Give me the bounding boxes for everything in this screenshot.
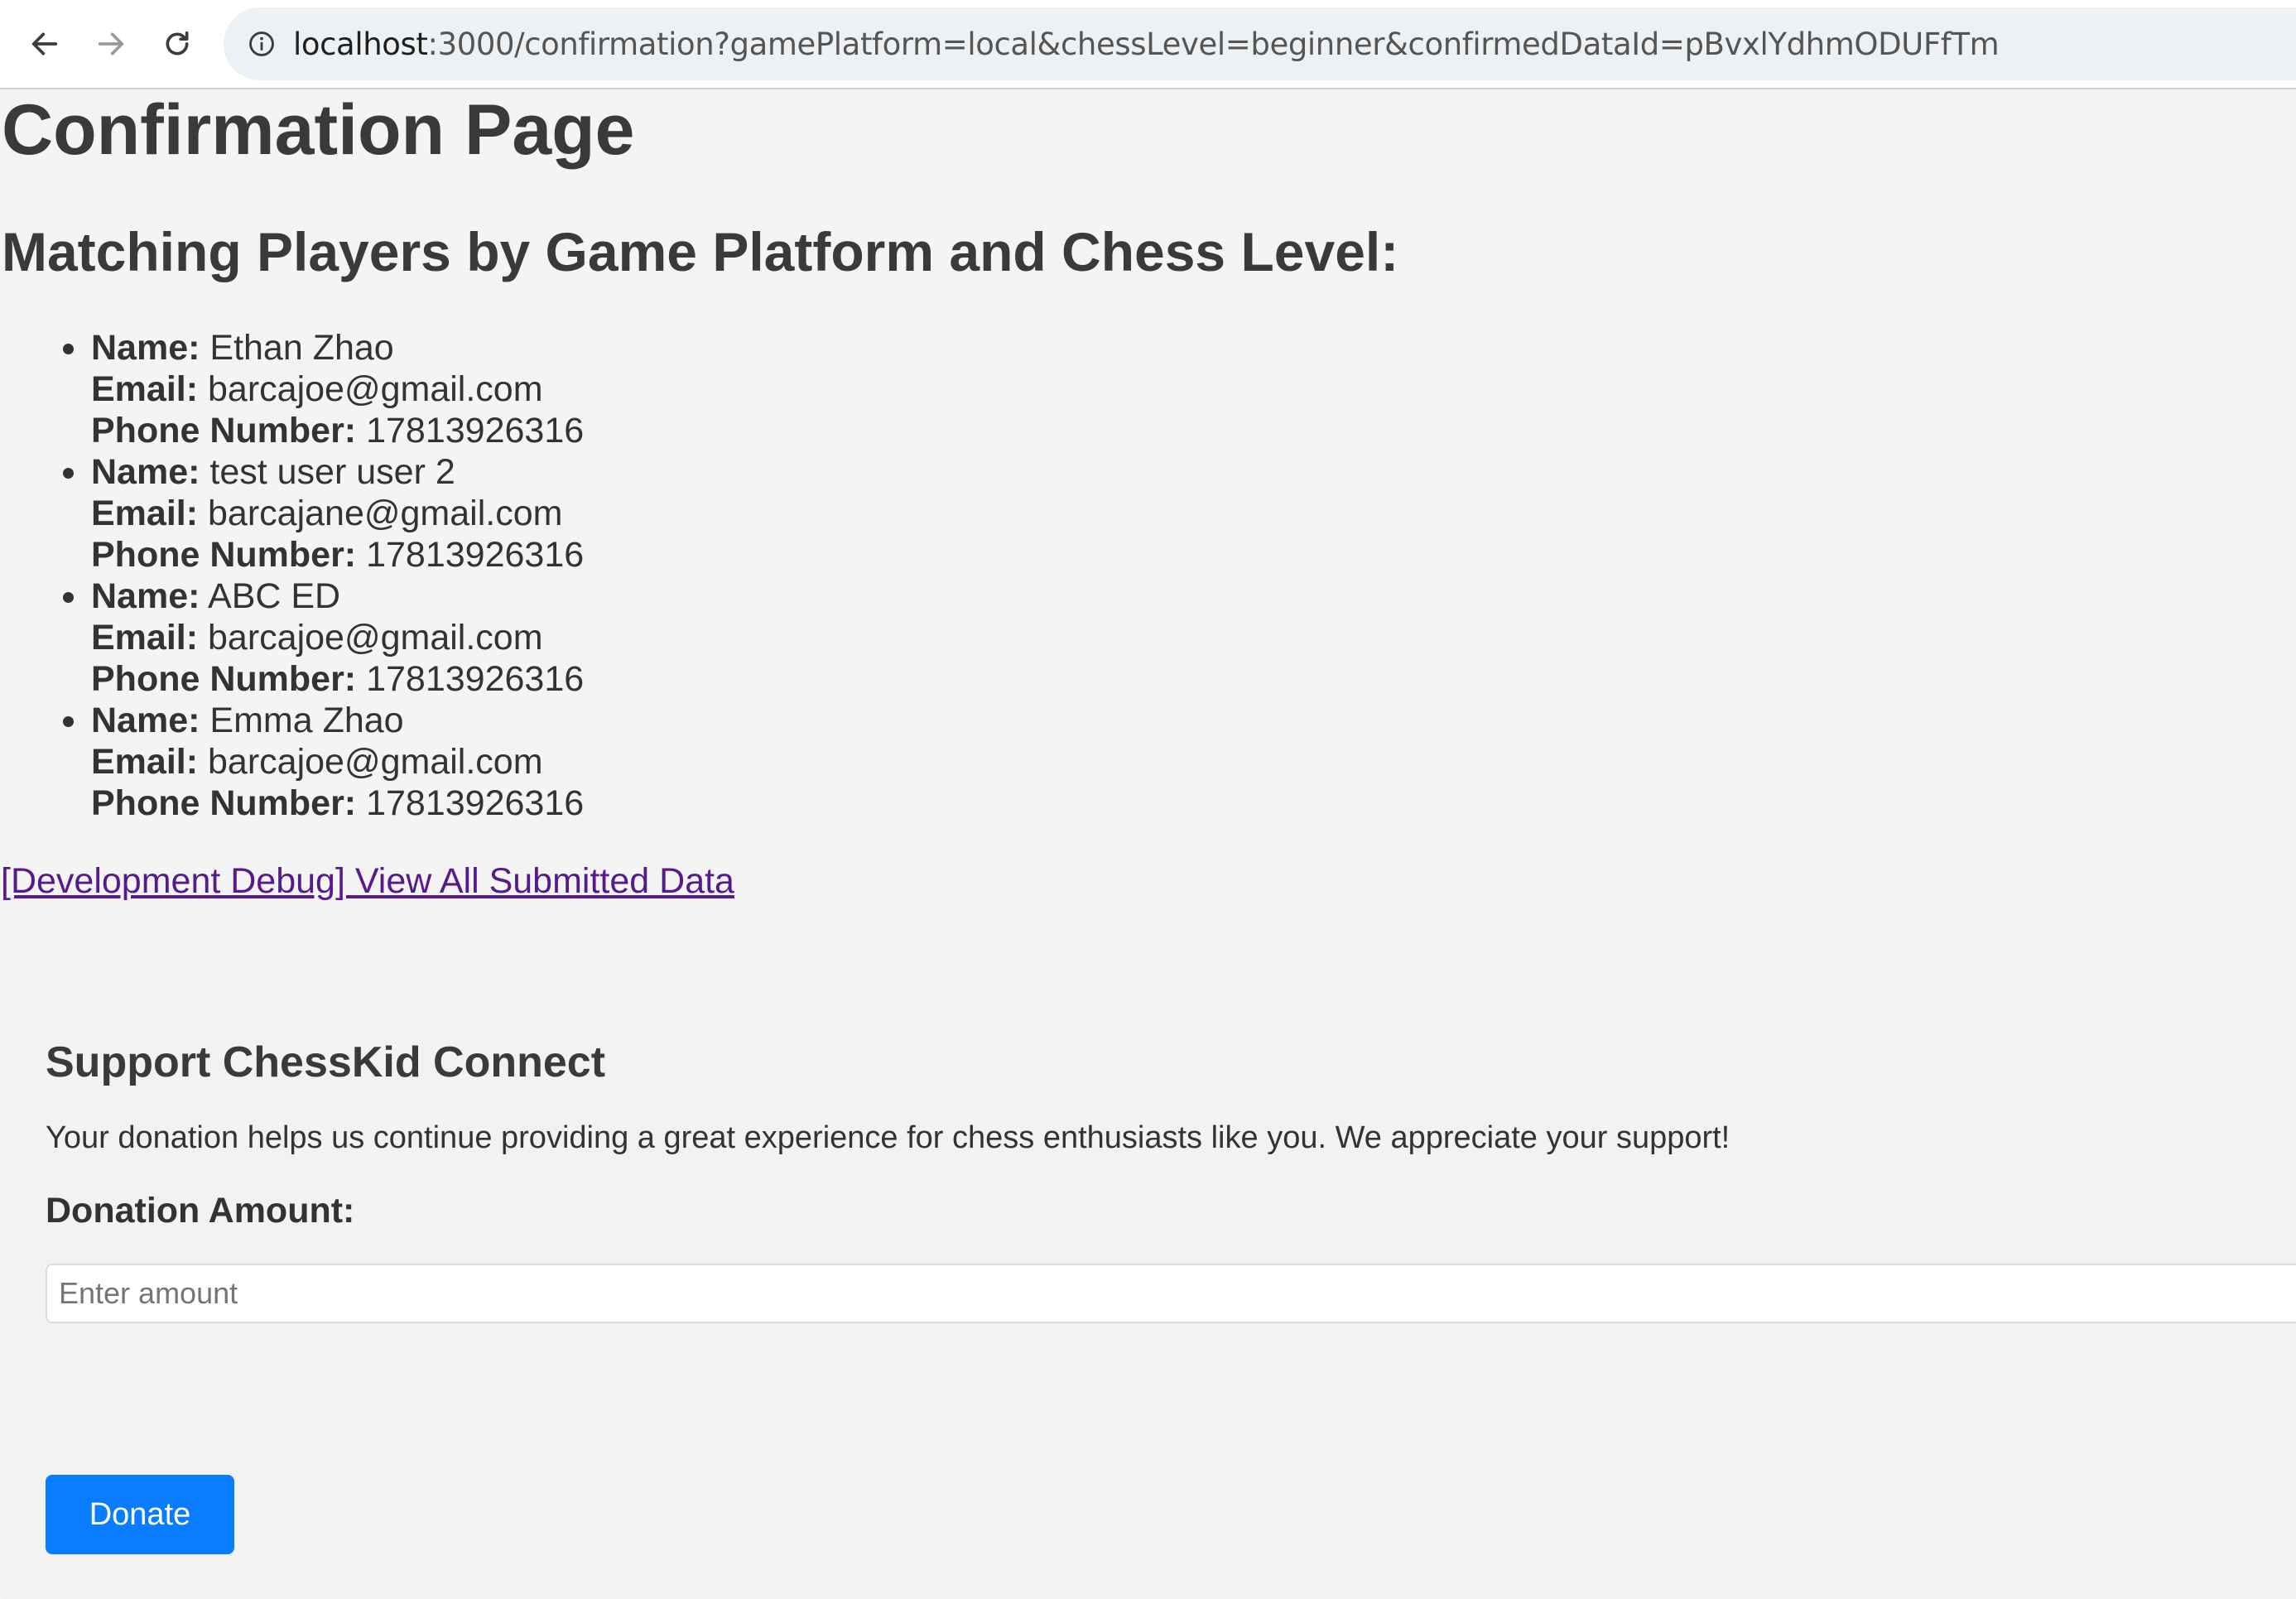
url-text: localhost:3000/confirmation?gamePlatform…	[293, 26, 2000, 62]
url-path: :3000/confirmation?gamePlatform=local&ch…	[427, 26, 2000, 62]
name-value: Emma Zhao	[209, 701, 404, 740]
list-item: Name: test user user 2 Email: barcajane@…	[0, 451, 1159, 576]
reload-icon	[166, 31, 189, 55]
list-item: Name: Emma Zhao Email: barcajoe@gmail.co…	[0, 700, 1159, 824]
address-bar[interactable]: localhost:3000/confirmation?gamePlatform…	[224, 7, 2296, 80]
bullet	[63, 468, 74, 479]
player-email: Email: barcajoe@gmail.com	[91, 741, 1159, 783]
bullet	[63, 344, 74, 354]
phone-value: 17813926316	[366, 659, 585, 699]
forward-arrow-icon	[98, 32, 124, 55]
name-label: Name:	[91, 452, 200, 492]
phone-value: 17813926316	[366, 535, 585, 575]
player-email: Email: barcajoe@gmail.com	[91, 368, 1159, 410]
email-value: barcajoe@gmail.com	[208, 369, 543, 409]
site-info-icon[interactable]	[245, 27, 278, 60]
phone-value: 17813926316	[366, 783, 585, 823]
player-phone: Phone Number: 17813926316	[91, 410, 1159, 451]
donate-button[interactable]: Donate	[46, 1475, 234, 1554]
email-label: Email:	[91, 618, 199, 657]
name-value: Ethan Zhao	[209, 328, 394, 368]
donation-heading: Support ChessKid Connect	[46, 1038, 606, 1086]
name-label: Name:	[91, 576, 200, 616]
list-item: Name: Ethan Zhao Email: barcajoe@gmail.c…	[0, 327, 1159, 451]
phone-label: Phone Number:	[91, 411, 357, 450]
email-value: barcajane@gmail.com	[208, 494, 563, 533]
donation-description: Your donation helps us continue providin…	[46, 1120, 1730, 1155]
player-phone: Phone Number: 17813926316	[91, 534, 1159, 576]
email-label: Email:	[91, 494, 199, 533]
name-value: test user user 2	[209, 452, 455, 492]
debug-view-all-link[interactable]: [Development Debug] View All Submitted D…	[1, 861, 734, 902]
url-host: localhost	[293, 26, 428, 62]
donation-amount-label: Donation Amount:	[46, 1191, 355, 1231]
forward-button[interactable]	[88, 21, 134, 67]
email-value: barcajoe@gmail.com	[208, 618, 543, 657]
name-value: ABC ED	[208, 576, 341, 616]
email-label: Email:	[91, 742, 199, 782]
matching-players-heading: Matching Players by Game Platform and Ch…	[2, 221, 1399, 282]
player-phone: Phone Number: 17813926316	[91, 658, 1159, 700]
donation-amount-input[interactable]	[46, 1264, 2296, 1323]
player-name: Name: ABC ED	[91, 576, 1159, 617]
donation-card: Support ChessKid Connect Your donation h…	[0, 955, 2296, 1599]
phone-label: Phone Number:	[91, 783, 357, 823]
player-email: Email: barcajane@gmail.com	[91, 493, 1159, 534]
players-list: Name: Ethan Zhao Email: barcajoe@gmail.c…	[0, 327, 1159, 824]
page-title: Confirmation Page	[2, 90, 635, 170]
reload-button[interactable]	[154, 21, 200, 67]
browser-toolbar: localhost:3000/confirmation?gamePlatform…	[0, 0, 2296, 89]
player-phone: Phone Number: 17813926316	[91, 783, 1159, 824]
bullet	[63, 716, 74, 727]
bullet	[63, 592, 74, 603]
email-value: barcajoe@gmail.com	[208, 742, 543, 782]
list-item: Name: ABC ED Email: barcajoe@gmail.com P…	[0, 576, 1159, 700]
phone-label: Phone Number:	[91, 659, 357, 699]
player-name: Name: test user user 2	[91, 451, 1159, 493]
name-label: Name:	[91, 328, 200, 368]
player-name: Name: Emma Zhao	[91, 700, 1159, 741]
player-email: Email: barcajoe@gmail.com	[91, 617, 1159, 658]
name-label: Name:	[91, 701, 200, 740]
email-label: Email:	[91, 369, 199, 409]
back-button[interactable]	[22, 21, 68, 67]
phone-label: Phone Number:	[91, 535, 357, 575]
player-name: Name: Ethan Zhao	[91, 327, 1159, 368]
phone-value: 17813926316	[366, 411, 585, 450]
back-arrow-icon	[31, 32, 58, 55]
